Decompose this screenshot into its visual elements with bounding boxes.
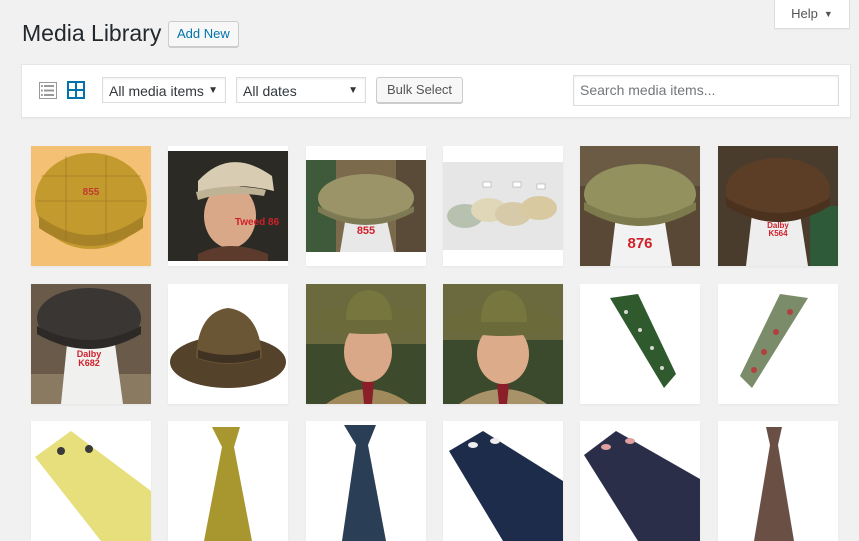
media-item[interactable]: 855 xyxy=(306,146,426,266)
media-item[interactable]: Dalby K682 xyxy=(31,284,151,404)
grid-view-icon[interactable] xyxy=(67,81,85,99)
media-item[interactable]: Dalby K564 xyxy=(718,146,838,266)
thumbnail-image xyxy=(306,146,426,266)
media-item[interactable] xyxy=(31,421,151,541)
media-toolbar: All media items ▼ All dates ▼ Bulk Selec… xyxy=(21,64,851,118)
thumbnail-image xyxy=(580,284,700,404)
help-label: Help xyxy=(791,6,818,21)
thumbnail-image xyxy=(168,146,288,266)
dropdown-arrow-icon: ▼ xyxy=(208,85,218,96)
media-item[interactable] xyxy=(443,284,563,404)
dropdown-arrow-icon: ▼ xyxy=(348,85,358,96)
media-item[interactable]: Tweed 86 xyxy=(168,146,288,266)
list-view-icon[interactable] xyxy=(39,82,57,99)
bulk-select-button[interactable]: Bulk Select xyxy=(376,77,464,103)
thumbnail-image xyxy=(31,421,151,541)
thumbnail-image xyxy=(306,421,426,541)
thumbnail-image xyxy=(718,284,838,404)
media-item[interactable] xyxy=(168,421,288,541)
media-item[interactable] xyxy=(718,421,838,541)
media-item[interactable] xyxy=(168,284,288,404)
thumbnail-image xyxy=(443,421,563,541)
date-filter[interactable]: All dates ▼ xyxy=(236,77,366,103)
date-filter-value: All dates xyxy=(243,83,297,99)
media-item[interactable] xyxy=(580,284,700,404)
caret-down-icon: ▼ xyxy=(823,9,833,19)
media-item[interactable] xyxy=(443,146,563,266)
thumbnail-caption: 855 xyxy=(82,187,100,198)
thumbnail-image xyxy=(168,284,288,404)
media-type-filter[interactable]: All media items ▼ xyxy=(102,77,226,103)
add-new-button[interactable]: Add New xyxy=(168,21,239,47)
media-item[interactable] xyxy=(306,284,426,404)
search-input[interactable]: Search media items... xyxy=(573,75,839,106)
help-button[interactable]: Help ▼ xyxy=(774,0,850,29)
thumbnail-image xyxy=(31,284,151,404)
thumbnail-caption: 855 xyxy=(356,225,376,237)
thumbnail-image xyxy=(718,146,838,266)
thumbnail-image xyxy=(580,421,700,541)
media-item[interactable]: 876 xyxy=(580,146,700,266)
media-item[interactable] xyxy=(718,284,838,404)
media-item[interactable] xyxy=(306,421,426,541)
thumbnail-image xyxy=(443,284,563,404)
thumbnail-image xyxy=(168,421,288,541)
thumbnail-caption: 876 xyxy=(627,235,653,252)
media-type-filter-value: All media items xyxy=(109,83,204,99)
thumbnail-caption: Tweed 86 xyxy=(234,217,280,228)
thumbnail-image xyxy=(306,284,426,404)
media-item[interactable]: 855 xyxy=(31,146,151,266)
thumbnail-image xyxy=(443,146,563,266)
thumbnail-image xyxy=(718,421,838,541)
thumbnail-caption: Dalby K564 xyxy=(767,221,789,239)
media-item[interactable] xyxy=(580,421,700,541)
thumbnail-image xyxy=(31,146,151,266)
page-title: Media Library xyxy=(22,20,162,46)
thumbnail-caption: Dalby K682 xyxy=(76,349,102,369)
media-item[interactable] xyxy=(443,421,563,541)
